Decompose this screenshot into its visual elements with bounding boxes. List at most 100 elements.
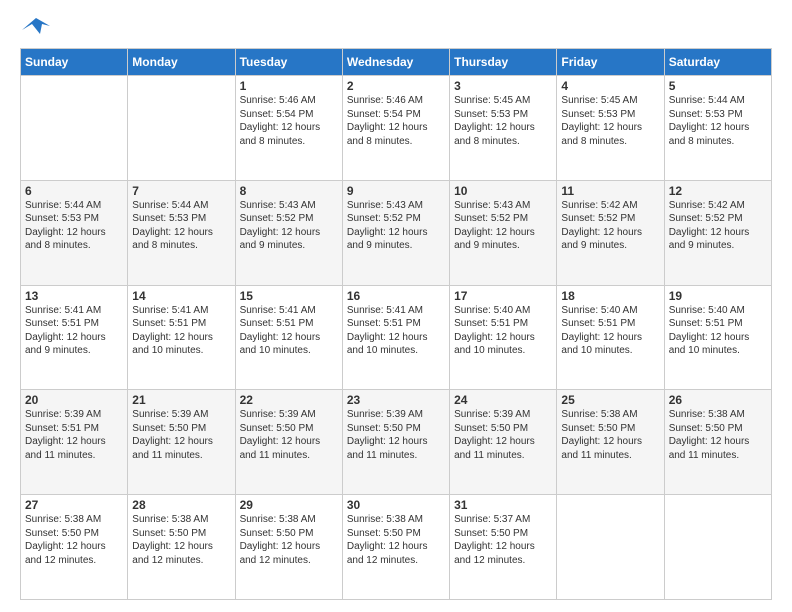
table-row: 28 Sunrise: 5:38 AM Sunset: 5:50 PM Dayli… [128, 495, 235, 600]
table-row: 10 Sunrise: 5:43 AM Sunset: 5:52 PM Dayli… [450, 180, 557, 285]
header [20, 16, 772, 38]
page: Sunday Monday Tuesday Wednesday Thursday… [0, 0, 792, 612]
day-info: Sunrise: 5:45 AM Sunset: 5:53 PM Dayligh… [561, 95, 644, 147]
table-row: 13 Sunrise: 5:41 AM Sunset: 5:51 PM Dayli… [21, 285, 128, 390]
day-info: Sunrise: 5:43 AM Sunset: 5:52 PM Dayligh… [454, 200, 537, 252]
day-number: 15 [240, 289, 338, 303]
logo-bird-icon [22, 16, 50, 38]
day-number: 22 [240, 393, 338, 407]
col-sunday: Sunday [21, 49, 128, 76]
day-number: 25 [561, 393, 659, 407]
day-number: 6 [25, 184, 123, 198]
table-row: 23Sunrise: 5:39 AM Sunset: 5:50 PM Dayli… [342, 390, 449, 495]
day-number: 18 [561, 289, 659, 303]
day-number: 27 [25, 498, 123, 512]
day-info: Sunrise: 5:40 AM Sunset: 5:51 PM Dayligh… [561, 305, 644, 357]
table-row: 11 Sunrise: 5:42 AM Sunset: 5:52 PM Dayli… [557, 180, 664, 285]
day-number: 12 [669, 184, 767, 198]
day-info: Sunrise: 5:41 AM Sunset: 5:51 PM Dayligh… [132, 305, 215, 357]
day-info: Sunrise: 5:44 AM Sunset: 5:53 PM Dayligh… [669, 95, 752, 147]
day-number: 3 [454, 79, 552, 93]
table-row: 16 Sunrise: 5:41 AM Sunset: 5:51 PM Dayli… [342, 285, 449, 390]
day-number: 1 [240, 79, 338, 93]
day-number: 24 [454, 393, 552, 407]
calendar-header-row: Sunday Monday Tuesday Wednesday Thursday… [21, 49, 772, 76]
table-row: 3 Sunrise: 5:45 AM Sunset: 5:53 PM Daylig… [450, 76, 557, 181]
day-info: Sunrise: 5:38 AM Sunset: 5:50 PM Dayligh… [561, 409, 644, 461]
day-info: Sunrise: 5:42 AM Sunset: 5:52 PM Dayligh… [561, 200, 644, 252]
logo [20, 16, 50, 38]
day-info: Sunrise: 5:38 AM Sunset: 5:50 PM Dayligh… [347, 514, 430, 566]
table-row: 31 Sunrise: 5:37 AM Sunset: 5:50 PM Dayli… [450, 495, 557, 600]
table-row: 30Sunrise: 5:38 AM Sunset: 5:50 PM Dayli… [342, 495, 449, 600]
day-info: Sunrise: 5:44 AM Sunset: 5:53 PM Dayligh… [132, 200, 215, 252]
day-number: 5 [669, 79, 767, 93]
col-friday: Friday [557, 49, 664, 76]
day-number: 10 [454, 184, 552, 198]
col-wednesday: Wednesday [342, 49, 449, 76]
day-info: Sunrise: 5:46 AM Sunset: 5:54 PM Dayligh… [240, 95, 323, 147]
table-row: 22 Sunrise: 5:39 AM Sunset: 5:50 PM Dayli… [235, 390, 342, 495]
day-info: Sunrise: 5:39 AM Sunset: 5:51 PM Dayligh… [25, 409, 108, 461]
day-number: 11 [561, 184, 659, 198]
day-info: Sunrise: 5:38 AM Sunset: 5:50 PM Dayligh… [25, 514, 108, 566]
day-info: Sunrise: 5:37 AM Sunset: 5:50 PM Dayligh… [454, 514, 537, 566]
day-number: 28 [132, 498, 230, 512]
day-number: 7 [132, 184, 230, 198]
table-row: 25 Sunrise: 5:38 AM Sunset: 5:50 PM Dayli… [557, 390, 664, 495]
day-info: Sunrise: 5:43 AM Sunset: 5:52 PM Dayligh… [240, 200, 323, 252]
day-number: 21 [132, 393, 230, 407]
day-info: Sunrise: 5:40 AM Sunset: 5:51 PM Dayligh… [454, 305, 537, 357]
table-row: 14 Sunrise: 5:41 AM Sunset: 5:51 PM Dayli… [128, 285, 235, 390]
col-tuesday: Tuesday [235, 49, 342, 76]
day-info: Sunrise: 5:39 AM Sunset: 5:50 PM Dayligh… [454, 409, 537, 461]
calendar-week-row: 13 Sunrise: 5:41 AM Sunset: 5:51 PM Dayli… [21, 285, 772, 390]
day-number: 20 [25, 393, 123, 407]
table-row: 19Sunrise: 5:40 AM Sunset: 5:51 PM Dayli… [664, 285, 771, 390]
table-row: 4Sunrise: 5:45 AM Sunset: 5:53 PM Daylig… [557, 76, 664, 181]
table-row: 27 Sunrise: 5:38 AM Sunset: 5:50 PM Dayli… [21, 495, 128, 600]
day-number: 16 [347, 289, 445, 303]
table-row: 6 Sunrise: 5:44 AM Sunset: 5:53 PM Daylig… [21, 180, 128, 285]
day-info: Sunrise: 5:44 AM Sunset: 5:53 PM Dayligh… [25, 200, 108, 252]
day-number: 26 [669, 393, 767, 407]
table-row: 17 Sunrise: 5:40 AM Sunset: 5:51 PM Dayli… [450, 285, 557, 390]
day-info: Sunrise: 5:38 AM Sunset: 5:50 PM Dayligh… [240, 514, 323, 566]
table-row: 24 Sunrise: 5:39 AM Sunset: 5:50 PM Dayli… [450, 390, 557, 495]
day-info: Sunrise: 5:41 AM Sunset: 5:51 PM Dayligh… [25, 305, 108, 357]
table-row: 21Sunrise: 5:39 AM Sunset: 5:50 PM Dayli… [128, 390, 235, 495]
table-row: 2Sunrise: 5:46 AM Sunset: 5:54 PM Daylig… [342, 76, 449, 181]
table-row: 5 Sunrise: 5:44 AM Sunset: 5:53 PM Daylig… [664, 76, 771, 181]
table-row: 20 Sunrise: 5:39 AM Sunset: 5:51 PM Dayli… [21, 390, 128, 495]
day-info: Sunrise: 5:38 AM Sunset: 5:50 PM Dayligh… [132, 514, 215, 566]
calendar-week-row: 6 Sunrise: 5:44 AM Sunset: 5:53 PM Daylig… [21, 180, 772, 285]
table-row [557, 495, 664, 600]
day-info: Sunrise: 5:43 AM Sunset: 5:52 PM Dayligh… [347, 200, 430, 252]
day-number: 9 [347, 184, 445, 198]
calendar-week-row: 20 Sunrise: 5:39 AM Sunset: 5:51 PM Dayli… [21, 390, 772, 495]
day-info: Sunrise: 5:39 AM Sunset: 5:50 PM Dayligh… [240, 409, 323, 461]
col-thursday: Thursday [450, 49, 557, 76]
day-number: 23 [347, 393, 445, 407]
table-row: 1 Sunrise: 5:46 AM Sunset: 5:54 PM Daylig… [235, 76, 342, 181]
day-number: 13 [25, 289, 123, 303]
table-row: 12Sunrise: 5:42 AM Sunset: 5:52 PM Dayli… [664, 180, 771, 285]
table-row: 7 Sunrise: 5:44 AM Sunset: 5:53 PM Daylig… [128, 180, 235, 285]
day-number: 19 [669, 289, 767, 303]
day-number: 8 [240, 184, 338, 198]
table-row: 9 Sunrise: 5:43 AM Sunset: 5:52 PM Daylig… [342, 180, 449, 285]
day-number: 14 [132, 289, 230, 303]
day-info: Sunrise: 5:41 AM Sunset: 5:51 PM Dayligh… [347, 305, 430, 357]
table-row: 15 Sunrise: 5:41 AM Sunset: 5:51 PM Dayli… [235, 285, 342, 390]
table-row: 18 Sunrise: 5:40 AM Sunset: 5:51 PM Dayli… [557, 285, 664, 390]
table-row [128, 76, 235, 181]
day-number: 17 [454, 289, 552, 303]
table-row: 8 Sunrise: 5:43 AM Sunset: 5:52 PM Daylig… [235, 180, 342, 285]
col-saturday: Saturday [664, 49, 771, 76]
day-info: Sunrise: 5:41 AM Sunset: 5:51 PM Dayligh… [240, 305, 323, 357]
table-row [664, 495, 771, 600]
day-number: 31 [454, 498, 552, 512]
day-info: Sunrise: 5:45 AM Sunset: 5:53 PM Dayligh… [454, 95, 537, 147]
table-row: 26Sunrise: 5:38 AM Sunset: 5:50 PM Dayli… [664, 390, 771, 495]
calendar-week-row: 1 Sunrise: 5:46 AM Sunset: 5:54 PM Daylig… [21, 76, 772, 181]
